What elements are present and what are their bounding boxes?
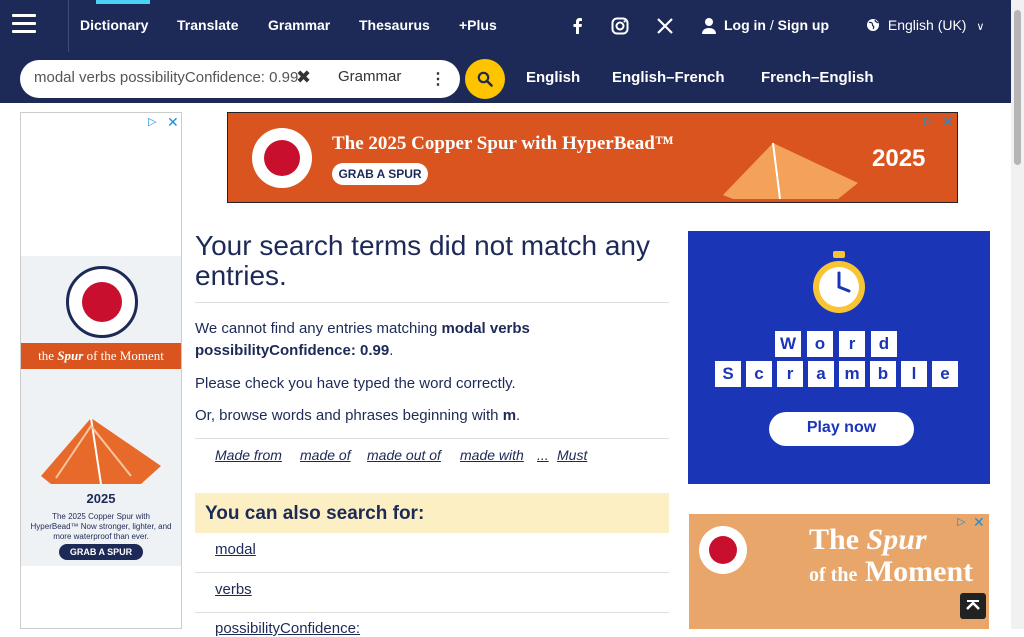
- tent-illustration: [723, 142, 858, 200]
- no-match-message: We cannot find any entries matching moda…: [195, 320, 530, 359]
- top-nav-bar: Dictionary Translate Grammar Thesaurus +…: [0, 0, 1024, 52]
- x-twitter-icon[interactable]: [655, 16, 675, 36]
- left-ad-tagline: the Spur of the Moment: [21, 343, 181, 369]
- dictionary-select[interactable]: Grammar: [338, 68, 401, 85]
- chevron-down-icon: ∨: [976, 21, 985, 33]
- more-options-icon[interactable]: ⋮: [430, 69, 446, 89]
- left-advertisement[interactable]: ▷ ✕ the Spur of the Moment 2025 The 2025…: [20, 112, 182, 629]
- search-icon: [477, 71, 493, 87]
- ad-close-icon[interactable]: ✕: [167, 114, 179, 131]
- left-ad-year: 2025: [86, 491, 116, 506]
- tent-illustration: [41, 417, 161, 485]
- browse-letter[interactable]: m: [503, 407, 516, 424]
- language-selector[interactable]: English (UK) ∨: [866, 17, 984, 35]
- stopwatch-icon: [813, 251, 865, 313]
- facebook-icon[interactable]: [568, 16, 588, 36]
- letter-tile: W: [775, 331, 801, 357]
- clear-search-icon[interactable]: ✖: [296, 67, 311, 88]
- adchoices-icon[interactable]: ▷: [924, 114, 932, 127]
- browse-link[interactable]: ...: [537, 447, 549, 463]
- nav-translate[interactable]: Translate: [177, 17, 238, 33]
- active-nav-indicator: [96, 0, 150, 4]
- top-banner-advertisement[interactable]: ▷ ✕ The 2025 Copper Spur with HyperBead™…: [227, 112, 958, 203]
- divider: [195, 612, 669, 613]
- suggestion-link[interactable]: modal: [215, 541, 256, 558]
- top-ad-cta[interactable]: GRAB A SPUR: [332, 163, 428, 185]
- letter-tile: b: [870, 361, 896, 387]
- signup-link[interactable]: Sign up: [778, 17, 829, 33]
- browse-link[interactable]: made with: [460, 447, 524, 463]
- scroll-to-top-button[interactable]: [960, 593, 986, 619]
- letter-tile: a: [808, 361, 834, 387]
- browse-link[interactable]: made of: [300, 447, 351, 463]
- nav-thesaurus[interactable]: Thesaurus: [359, 17, 430, 33]
- letter-tile: d: [871, 331, 897, 357]
- page-title: Your search terms did not match any entr…: [195, 230, 650, 291]
- browse-link[interactable]: Made from: [215, 447, 282, 463]
- left-ad-visual: the Spur of the Moment 2025 The 2025 Cop…: [21, 256, 181, 566]
- brand-logo: [699, 526, 747, 574]
- brand-logo: [252, 128, 312, 188]
- top-ad-headline: The 2025 Copper Spur with HyperBead™: [332, 133, 674, 154]
- top-ad-year: 2025: [872, 145, 926, 172]
- chevron-up-icon: [966, 600, 980, 610]
- adchoices-icon[interactable]: ▷: [148, 115, 156, 128]
- tab-english-french[interactable]: English–French: [612, 69, 725, 86]
- nav-plus[interactable]: +Plus: [459, 17, 497, 33]
- letter-tile: S: [715, 361, 741, 387]
- letter-tile: c: [746, 361, 772, 387]
- brand-logo: [66, 266, 138, 338]
- nav-grammar[interactable]: Grammar: [268, 17, 330, 33]
- tab-french-english[interactable]: French–English: [761, 69, 874, 86]
- browse-link[interactable]: Must: [557, 447, 587, 463]
- instagram-icon[interactable]: [610, 16, 630, 36]
- scrollbar-thumb[interactable]: [1014, 10, 1021, 165]
- right-bottom-advertisement[interactable]: ▷ ✕ The Spur of the Moment: [689, 514, 989, 629]
- letter-tile: m: [839, 361, 865, 387]
- also-search-heading-box: You can also search for:: [195, 493, 669, 533]
- tab-english[interactable]: English: [526, 69, 580, 86]
- divider: [195, 438, 669, 439]
- play-now-button[interactable]: Play now: [769, 412, 914, 446]
- word-scramble-advertisement[interactable]: Word Scramble Play now: [688, 231, 990, 484]
- hamburger-menu-icon[interactable]: [12, 14, 36, 34]
- letter-tile: e: [932, 361, 958, 387]
- divider: [195, 572, 669, 573]
- language-label: English (UK): [887, 17, 967, 33]
- letter-tile: r: [839, 331, 865, 357]
- user-icon: [701, 17, 717, 37]
- nav-dictionary[interactable]: Dictionary: [80, 17, 148, 33]
- globe-icon: [866, 18, 880, 35]
- page-scrollbar[interactable]: [1011, 0, 1024, 629]
- search-button[interactable]: [465, 59, 505, 99]
- search-box: ✖ Grammar ⋮: [20, 60, 460, 98]
- ad-close-icon[interactable]: ✕: [973, 514, 985, 531]
- left-ad-copy: The 2025 Copper Spur with HyperBead™ Now…: [30, 512, 172, 541]
- nav-divider: [68, 0, 69, 52]
- letter-tile: o: [807, 331, 833, 357]
- login-link[interactable]: Log in: [724, 17, 766, 33]
- suggestion-link[interactable]: verbs: [215, 581, 252, 598]
- left-ad-cta[interactable]: GRAB A SPUR: [59, 544, 143, 560]
- also-search-heading: You can also search for:: [205, 503, 425, 524]
- check-spelling-message: Please check you have typed the word cor…: [195, 375, 516, 392]
- browse-link[interactable]: made out of: [367, 447, 441, 463]
- letter-tile: r: [777, 361, 803, 387]
- right2-ad-headline: The Spur of the Moment: [809, 523, 974, 588]
- search-input[interactable]: [34, 69, 304, 86]
- login-separator: /: [769, 17, 774, 33]
- divider: [195, 302, 669, 303]
- letter-tile: l: [901, 361, 927, 387]
- ad-close-icon[interactable]: ✕: [942, 113, 954, 130]
- browse-message: Or, browse words and phrases beginning w…: [195, 407, 521, 424]
